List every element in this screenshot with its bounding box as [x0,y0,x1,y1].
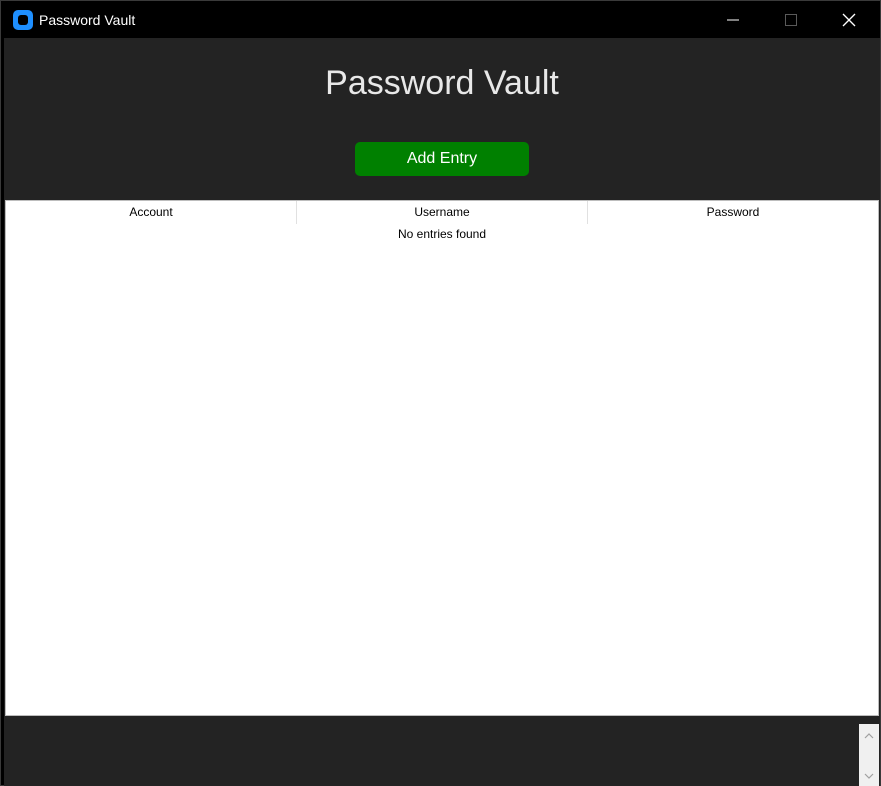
chevron-up-icon [864,733,874,739]
app-icon [13,10,33,30]
vertical-scrollbar[interactable] [859,724,879,786]
table-header: Account Username Password [6,201,878,224]
chevron-down-icon [864,773,874,779]
column-header-password[interactable]: Password [588,201,878,224]
entries-table[interactable]: Account Username Password No entries fou… [5,200,879,716]
window-title: Password Vault [39,12,136,28]
empty-state-message: No entries found [397,227,487,241]
page-title: Password Vault [325,64,559,102]
maximize-icon [785,13,797,26]
column-header-account[interactable]: Account [6,201,297,224]
close-icon [842,13,856,26]
column-header-username[interactable]: Username [297,201,588,224]
app-window: Password Vault Password Vault Add Entry … [0,0,881,786]
minimize-button[interactable] [704,1,762,38]
add-entry-button[interactable]: Add Entry [355,142,529,176]
close-button[interactable] [820,1,878,38]
main-content: Password Vault Add Entry Account Usernam… [4,38,880,786]
maximize-button[interactable] [762,1,820,38]
scroll-up-button[interactable] [859,726,879,746]
minimize-icon [727,19,739,20]
title-bar[interactable]: Password Vault [1,1,880,38]
scroll-down-button[interactable] [859,766,879,786]
